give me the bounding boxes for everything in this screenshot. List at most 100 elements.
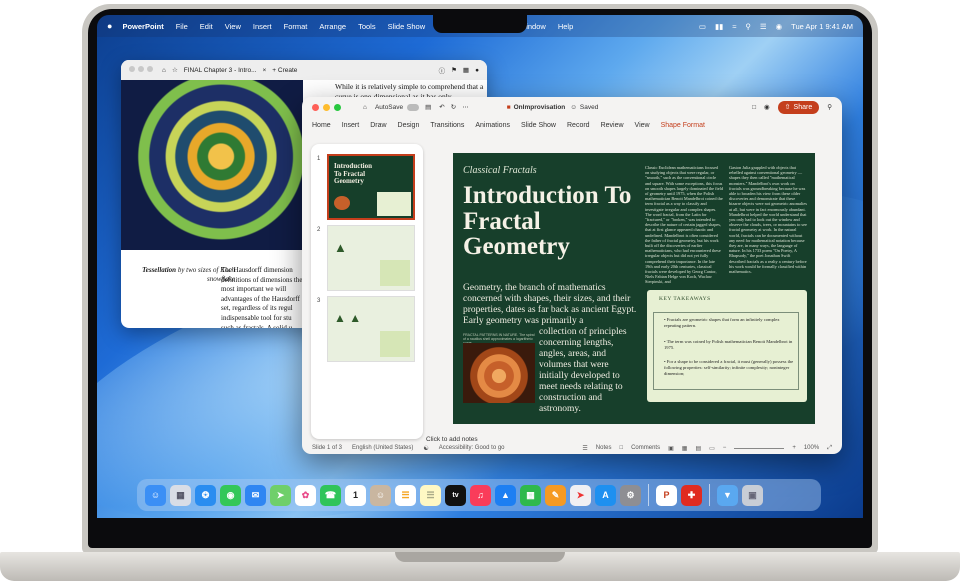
status-accessibility[interactable]: Accessibility: Good to go: [439, 445, 505, 451]
tab-animations[interactable]: Animations: [475, 122, 510, 129]
slide-canvas[interactable]: Classical Fractals Introduction To Fract…: [453, 153, 815, 424]
help-icon[interactable]: ⓘ: [439, 65, 446, 75]
trash-icon[interactable]: ▣: [742, 484, 763, 506]
zoom-in-icon[interactable]: +: [792, 445, 796, 451]
slide-thumbnail-1[interactable]: Introduction To Fractal Geometry: [327, 154, 415, 220]
menu-view[interactable]: View: [225, 22, 241, 31]
tab-draw[interactable]: Draw: [370, 122, 386, 129]
menu-file[interactable]: File: [176, 22, 188, 31]
zoom-window-icon[interactable]: [334, 103, 341, 111]
menu-help[interactable]: Help: [558, 22, 573, 31]
tab-insert[interactable]: Insert: [342, 122, 360, 129]
nautilus-shell-image[interactable]: [463, 343, 535, 403]
zoom-slider[interactable]: [734, 447, 785, 449]
apple-icon[interactable]: ●: [107, 21, 112, 31]
fit-icon[interactable]: ⤢: [827, 445, 832, 452]
close-window-icon[interactable]: [312, 103, 319, 111]
tab-shape-format[interactable]: Shape Format: [661, 122, 705, 129]
maps-icon[interactable]: ➤: [270, 484, 291, 506]
traffic-lights[interactable]: [312, 103, 341, 111]
powerpoint-icon[interactable]: P: [656, 484, 677, 506]
slide-subtitle[interactable]: Classical Fractals: [463, 165, 537, 176]
display-icon[interactable]: ▭: [699, 22, 706, 31]
launchpad-icon[interactable]: ▦: [170, 484, 191, 506]
zoom-level[interactable]: 100%: [804, 445, 819, 451]
normal-view-icon[interactable]: ▣: [668, 445, 674, 452]
zoom-out-icon[interactable]: −: [723, 445, 727, 451]
redo-icon[interactable]: ↻: [451, 103, 456, 111]
music-icon[interactable]: ♫: [470, 484, 491, 506]
slide-body-text[interactable]: Geometry, the branch of mathematics conc…: [463, 283, 639, 327]
presenter-icon[interactable]: ▭: [709, 445, 715, 452]
battery-icon[interactable]: ▮▮: [715, 22, 723, 31]
settings-icon[interactable]: ⚙: [620, 484, 641, 506]
slide-title[interactable]: Introduction To Fractal Geometry: [463, 183, 653, 260]
mail-icon[interactable]: ✉: [245, 484, 266, 506]
finder-icon[interactable]: ☺: [145, 484, 166, 506]
tab-record[interactable]: Record: [567, 122, 590, 129]
messages-icon[interactable]: ◉: [220, 484, 241, 506]
reminders-icon[interactable]: ☰: [395, 484, 416, 506]
tab-transitions[interactable]: Transitions: [430, 122, 464, 129]
create-button[interactable]: + Create: [272, 67, 297, 74]
tab-design[interactable]: Design: [398, 122, 420, 129]
menu-insert[interactable]: Insert: [253, 22, 272, 31]
appstore-icon[interactable]: A: [595, 484, 616, 506]
key-takeaways-box[interactable]: KEY TAKEAWAYS • Fractals are geometric s…: [647, 290, 807, 402]
slide-text-columns[interactable]: Classic Euclidean mathematicians focused…: [645, 165, 809, 285]
tab-slide-show[interactable]: Slide Show: [521, 122, 556, 129]
status-language[interactable]: English (United States): [352, 445, 413, 451]
comments-button[interactable]: Comments: [631, 445, 660, 451]
control-center-icon[interactable]: ☰: [760, 22, 767, 31]
menu-arrange[interactable]: Arrange: [319, 22, 346, 31]
comment-icon[interactable]: □: [752, 104, 756, 111]
notes-button[interactable]: Notes: [596, 445, 612, 451]
undo-icon[interactable]: ↶: [439, 103, 444, 111]
close-tab-icon[interactable]: ×: [263, 67, 267, 74]
bell-icon[interactable]: ⚑: [451, 66, 457, 74]
grid-icon[interactable]: ▦: [463, 66, 469, 74]
slide-thumbnails-pane[interactable]: 1 Introduction To Fractal Geometry 2 ▲ 3…: [311, 144, 423, 439]
slide-thumbnail-3[interactable]: ▲ ▲: [327, 296, 415, 362]
menu-format[interactable]: Format: [284, 22, 308, 31]
star-icon[interactable]: ☆: [172, 66, 178, 74]
numbers-icon[interactable]: ▦: [520, 484, 541, 506]
doc-title[interactable]: OnImprovisation: [514, 104, 566, 111]
window-controls[interactable]: [129, 66, 156, 74]
home-icon[interactable]: ⌂: [363, 104, 367, 111]
menu-edit[interactable]: Edit: [200, 22, 213, 31]
menu-slide-show[interactable]: Slide Show: [388, 22, 426, 31]
pages-icon[interactable]: ✎: [545, 484, 566, 506]
siri-icon[interactable]: ◉: [776, 22, 783, 31]
slide-body-text-2[interactable]: collection of principles concerning leng…: [539, 327, 639, 415]
minimize-window-icon[interactable]: [323, 103, 330, 111]
more-icon[interactable]: ⋯: [462, 103, 469, 111]
home-icon[interactable]: ⌂: [162, 67, 166, 74]
downloads-icon[interactable]: ▼: [717, 484, 738, 506]
safari-icon[interactable]: ❂: [195, 484, 216, 506]
record-icon[interactable]: ◉: [764, 103, 770, 111]
reading-view-icon[interactable]: ▤: [695, 445, 701, 452]
search-icon[interactable]: ⚲: [827, 103, 832, 111]
calendar-icon[interactable]: 1: [345, 484, 366, 506]
tab-review[interactable]: Review: [601, 122, 624, 129]
share-button[interactable]: ⇧ Share: [777, 100, 820, 114]
profile-icon[interactable]: ●: [475, 67, 479, 74]
menu-app-name[interactable]: PowerPoint: [122, 22, 163, 31]
notes-icon[interactable]: ☰: [420, 484, 441, 506]
saved-status[interactable]: Saved: [580, 104, 598, 111]
acrobat-icon[interactable]: ✚: [681, 484, 702, 506]
rocket-icon[interactable]: ➤: [570, 484, 591, 506]
tv-icon[interactable]: tv: [445, 484, 466, 506]
save-icon[interactable]: ▤: [425, 103, 431, 111]
facetime-icon[interactable]: ☎: [320, 484, 341, 506]
photos-icon[interactable]: ✿: [295, 484, 316, 506]
reader-tab-title[interactable]: FINAL Chapter 3 - Intro...: [184, 67, 257, 74]
search-icon[interactable]: ⚲: [745, 22, 751, 31]
autosave-toggle[interactable]: [407, 103, 420, 111]
menu-tools[interactable]: Tools: [358, 22, 376, 31]
selected-shape[interactable]: • Fractals are geometric shapes that for…: [653, 312, 799, 390]
menu-datetime[interactable]: Tue Apr 1 9:41 AM: [791, 22, 853, 31]
keynote-icon[interactable]: ▲: [495, 484, 516, 506]
sorter-view-icon[interactable]: ▦: [682, 445, 688, 452]
